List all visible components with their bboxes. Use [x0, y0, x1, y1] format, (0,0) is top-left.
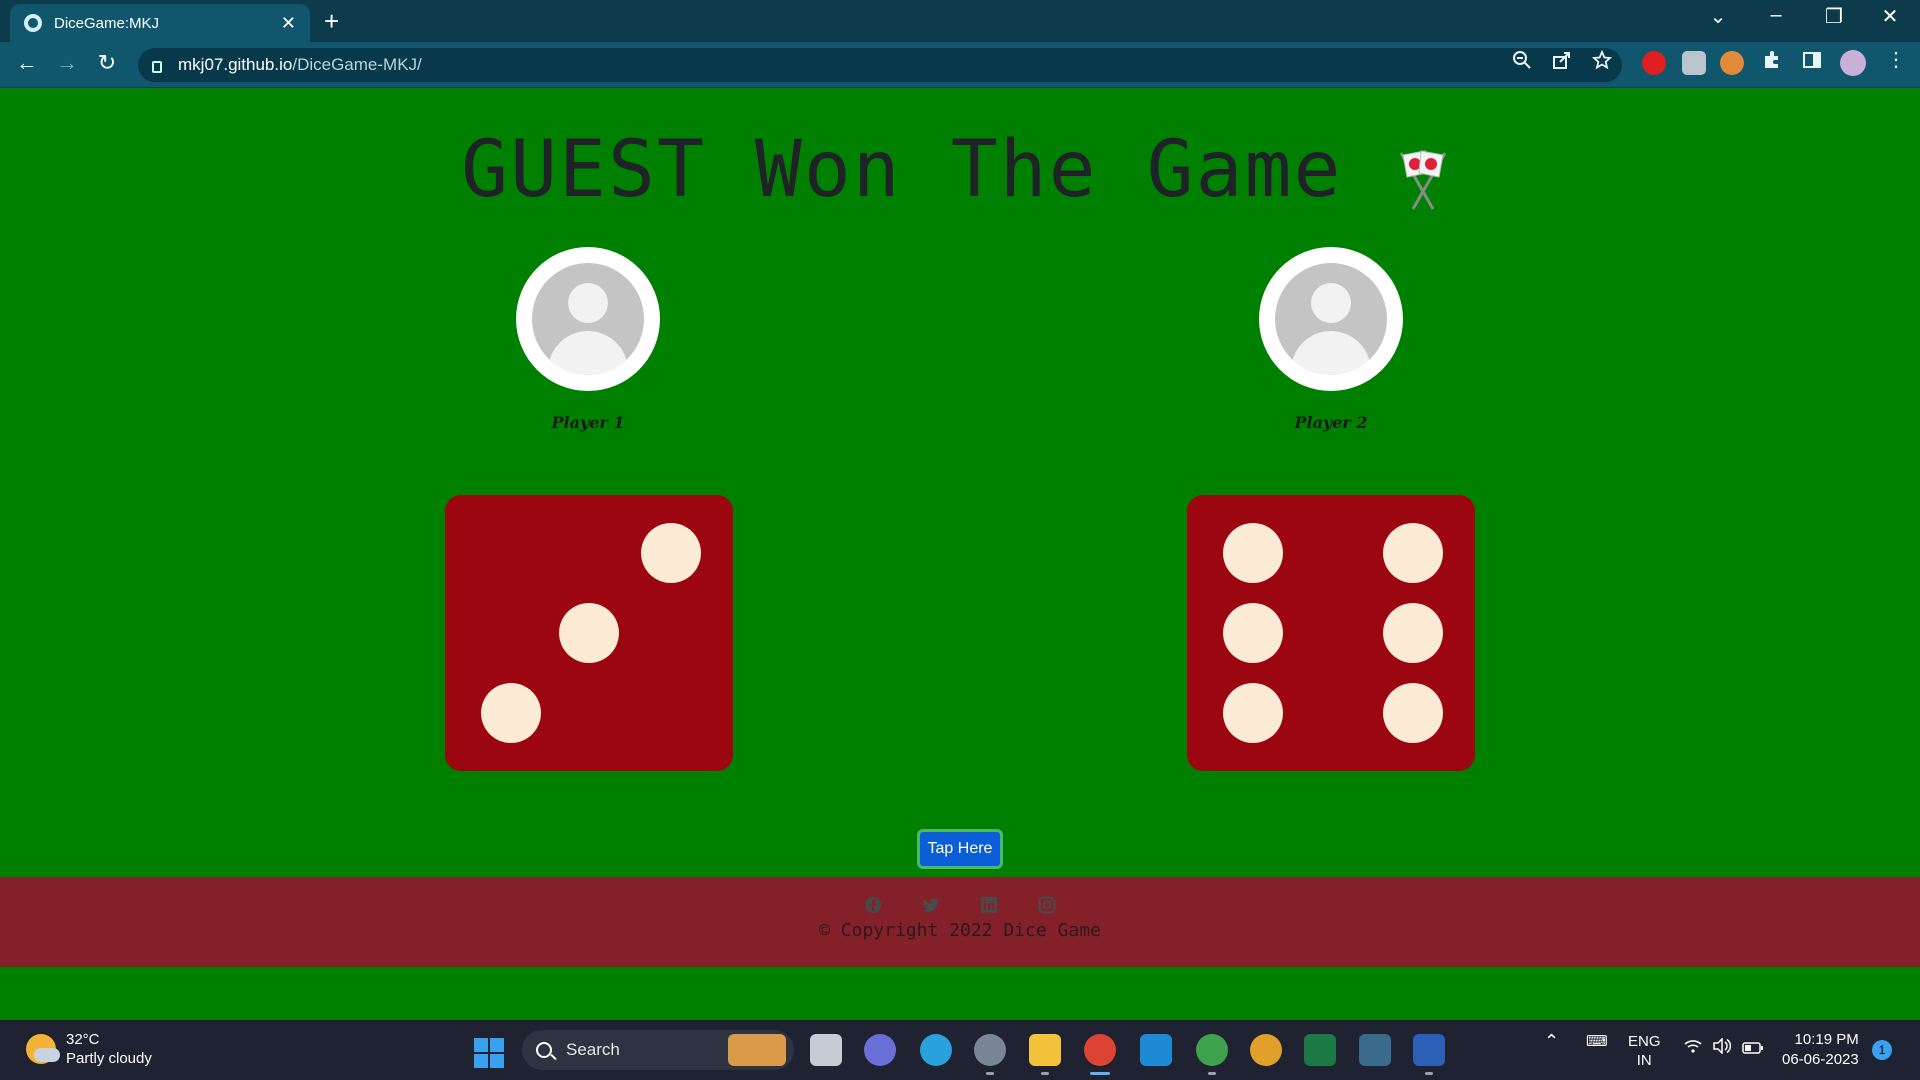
clock-time: 10:19 PM: [1794, 1031, 1859, 1048]
extension-cookie-icon[interactable]: [1720, 51, 1744, 75]
user-avatar-icon: [1275, 263, 1387, 375]
minimize-button[interactable]: –: [1748, 4, 1804, 27]
word-icon[interactable]: [1413, 1034, 1445, 1066]
die-pip: [559, 603, 619, 663]
extension-gray-icon[interactable]: [1682, 51, 1706, 75]
avatar: [516, 247, 660, 391]
search-highlight-icon: [728, 1034, 786, 1066]
globe-icon: [24, 14, 42, 32]
telegram-icon[interactable]: [920, 1034, 952, 1066]
restore-button[interactable]: ❐: [1806, 4, 1862, 29]
zoom-icon[interactable]: [1512, 50, 1532, 75]
tab-search-chevron-icon[interactable]: ⌄: [1690, 4, 1746, 29]
wifi-icon[interactable]: [1684, 1038, 1702, 1059]
vscode-icon[interactable]: [1140, 1034, 1172, 1066]
twitter-icon[interactable]: [922, 896, 940, 914]
browser-toolbar: ← → ↻ mkj07.github.io/DiceGame-MKJ/ ⋮: [0, 42, 1920, 88]
weather-widget[interactable]: 32°C Partly cloudy: [26, 1030, 152, 1068]
side-panel-icon[interactable]: [1802, 50, 1822, 75]
system-clock[interactable]: 10:19 PM 06-06-2023: [1782, 1030, 1859, 1070]
result-heading-row: GUEST Won The Game: [0, 125, 1920, 226]
word-running-indicator: [1425, 1072, 1433, 1075]
settings-gear-icon[interactable]: [974, 1034, 1006, 1066]
show-hidden-icons-chevron-icon[interactable]: ⌃: [1544, 1032, 1559, 1051]
tap-here-button[interactable]: Tap Here: [917, 829, 1003, 869]
language-indicator[interactable]: ENG IN: [1628, 1032, 1661, 1070]
die-pip: [1223, 683, 1283, 743]
instagram-icon[interactable]: [1038, 896, 1056, 914]
temperature: 32°C: [66, 1031, 100, 1048]
taskbar-search[interactable]: Search: [522, 1030, 794, 1070]
language-bottom: IN: [1636, 1052, 1652, 1069]
copyright-text: © Copyright 2022 Dice Game: [819, 920, 1101, 941]
profile-avatar[interactable]: [1840, 50, 1866, 76]
chrome-profile-running-indicator: [1208, 1072, 1216, 1075]
footer: © Copyright 2022 Dice Game: [0, 877, 1920, 967]
volume-icon[interactable]: [1712, 1037, 1732, 1059]
new-tab-button[interactable]: +: [324, 6, 339, 37]
partly-cloudy-icon: [26, 1034, 60, 1064]
linkedin-icon[interactable]: [980, 896, 998, 914]
task-view-icon[interactable]: [810, 1034, 842, 1066]
player-1-card: Player 1: [516, 247, 660, 432]
chrome-profile-icon[interactable]: [1196, 1034, 1228, 1066]
lock-icon[interactable]: [152, 61, 162, 73]
url-path: /DiceGame-MKJ/: [292, 55, 422, 74]
player-1-die: [445, 495, 733, 771]
die-pip: [1223, 603, 1283, 663]
teams-chat-icon[interactable]: [864, 1034, 896, 1066]
user-avatar-icon: [532, 263, 644, 375]
player-2-card: Player 2: [1259, 247, 1403, 432]
forward-button[interactable]: →: [52, 50, 82, 76]
close-tab-icon[interactable]: ✕: [281, 13, 296, 34]
tab-title: DiceGame:MKJ: [54, 14, 160, 32]
crossed-flags-icon: [1387, 147, 1459, 216]
die-pip: [641, 523, 701, 583]
dice-game-page: GUEST Won The Game Player 1 Player 2 Tap…: [0, 89, 1920, 1020]
file-explorer-icon[interactable]: [1029, 1034, 1061, 1066]
die-pip: [481, 683, 541, 743]
search-label: Search: [566, 1040, 620, 1059]
close-window-button[interactable]: ✕: [1862, 4, 1918, 29]
social-links: [0, 896, 1920, 914]
language-top: ENG: [1628, 1033, 1661, 1050]
die-pip: [1383, 603, 1443, 663]
bookmark-star-icon[interactable]: [1591, 49, 1613, 75]
extensions-puzzle-icon[interactable]: [1762, 50, 1782, 75]
die-pip: [1383, 683, 1443, 743]
player-2-die: [1187, 495, 1475, 771]
chrome-active-indicator: [1090, 1072, 1110, 1075]
chrome-icon[interactable]: [1250, 1034, 1282, 1066]
facebook-icon[interactable]: [864, 896, 882, 914]
reload-button[interactable]: ↻: [92, 50, 122, 76]
chrome-active-icon[interactable]: [1084, 1034, 1116, 1066]
back-button[interactable]: ←: [12, 50, 42, 76]
share-icon[interactable]: [1552, 50, 1572, 75]
windows-start-icon[interactable]: [474, 1038, 504, 1068]
keyboard-icon[interactable]: ⌨: [1586, 1032, 1608, 1051]
windows-taskbar: 32°C Partly cloudy Search ⌃ ⌨ ENG IN 10:…: [0, 1020, 1920, 1080]
page-title: GUEST Won The Game: [461, 125, 1343, 215]
notification-badge[interactable]: 1: [1872, 1040, 1892, 1060]
url-host: mkj07.github.io: [178, 55, 293, 74]
excel-icon[interactable]: [1304, 1034, 1336, 1066]
search-icon: [536, 1042, 552, 1058]
player-1-name: Player 1: [551, 413, 625, 432]
browser-tab-strip: DiceGame:MKJ ✕ + ⌄ – ❐ ✕: [0, 0, 1920, 42]
avatar: [1259, 247, 1403, 391]
mysql-workbench-icon[interactable]: [1359, 1034, 1391, 1066]
settings-running-indicator: [986, 1072, 994, 1075]
extension-red-icon[interactable]: [1642, 51, 1666, 75]
weather-condition: Partly cloudy: [66, 1050, 152, 1067]
battery-icon[interactable]: [1742, 1040, 1764, 1059]
die-pip: [1383, 523, 1443, 583]
address-bar[interactable]: mkj07.github.io/DiceGame-MKJ/: [138, 48, 1622, 82]
explorer-running-indicator: [1041, 1072, 1049, 1075]
player-2-name: Player 2: [1294, 413, 1368, 432]
clock-date: 06-06-2023: [1782, 1051, 1859, 1068]
browser-menu-icon[interactable]: ⋮: [1886, 47, 1906, 72]
die-pip: [1223, 523, 1283, 583]
tab-dicegame[interactable]: DiceGame:MKJ ✕: [10, 4, 310, 42]
